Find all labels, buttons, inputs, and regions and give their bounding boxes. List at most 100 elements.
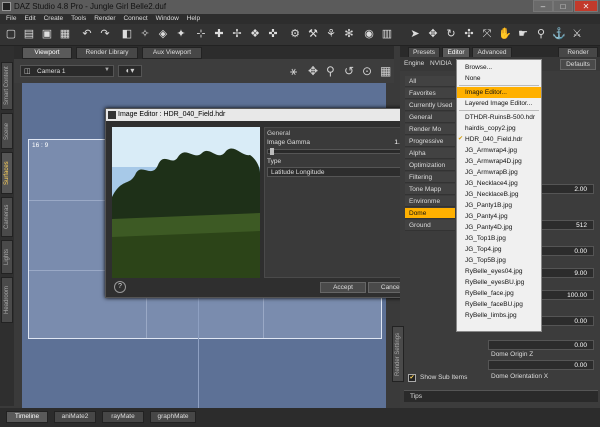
pose-tool-icon[interactable]: ☛	[516, 27, 530, 41]
list-item[interactable]: Alpha	[405, 148, 455, 159]
menu-item[interactable]: JG_Necklace4.jpg	[457, 178, 541, 189]
tab-graphmate[interactable]: graphMate	[150, 411, 196, 423]
menu-item[interactable]: RyBelle_faceBU.jpg	[457, 299, 541, 310]
menu-file[interactable]: File	[6, 14, 16, 24]
save-as-icon[interactable]: ▦	[58, 27, 72, 41]
menu-window[interactable]: Window	[156, 14, 179, 24]
menu-tools[interactable]: Tools	[71, 14, 86, 24]
tab-animate2[interactable]: aniMate2	[54, 411, 96, 423]
maximize-button[interactable]: □	[553, 0, 573, 12]
defaults-button[interactable]: Defaults	[560, 59, 596, 70]
new-scene-icon[interactable]: ▢	[4, 27, 18, 41]
gamma-slider[interactable]	[267, 148, 409, 155]
menu-item[interactable]: RyBelle_limbs.jpg	[457, 310, 541, 321]
menu-item[interactable]: JG_Armwrap4D.jpg	[457, 156, 541, 167]
script-icon[interactable]: ⚘	[324, 27, 338, 41]
draw-style-button[interactable]: ◐▾	[118, 65, 142, 77]
property-slider[interactable]: 0.00	[488, 340, 594, 350]
orbit-icon[interactable]: ⚹	[290, 64, 297, 79]
tool-settings-icon[interactable]: ⚒	[306, 27, 320, 41]
help-button[interactable]: ?	[114, 281, 126, 293]
menu-render[interactable]: Render	[94, 14, 115, 24]
roll-icon[interactable]: ↺	[344, 64, 354, 78]
menu-item[interactable]: Layered Image Editor...	[457, 98, 541, 109]
property-slider[interactable]: 0.00	[488, 360, 594, 370]
list-item[interactable]: Filtering	[405, 172, 455, 183]
menu-item[interactable]: JG_Top1B.jpg	[457, 233, 541, 244]
tab-raymate[interactable]: rayMate	[102, 411, 144, 423]
tab-scene[interactable]: Scene	[1, 113, 13, 149]
tab-surfaces[interactable]: Surfaces	[1, 152, 13, 194]
menu-item[interactable]: DTHDR-RuinsB-500.hdr	[457, 112, 541, 123]
joint-editor-icon[interactable]: ⚓	[552, 27, 566, 41]
geometry-editor-icon[interactable]: ⚔	[570, 27, 584, 41]
render-icon[interactable]: ◉	[362, 27, 376, 41]
gamma-slider-handle[interactable]	[270, 148, 274, 155]
menu-item[interactable]: JG_Top5B.jpg	[457, 255, 541, 266]
list-item[interactable]: Currently Used	[405, 100, 455, 111]
frame-icon[interactable]: ⊙	[362, 64, 372, 78]
spot-render-icon[interactable]: ✻	[342, 27, 356, 41]
tab-timeline[interactable]: Timeline	[6, 411, 48, 423]
scale-tool-icon[interactable]: ⤧	[480, 27, 494, 41]
menu-item-image-editor[interactable]: Image Editor...	[457, 87, 541, 98]
tab-smart-content[interactable]: Smart Content	[1, 62, 13, 110]
list-item[interactable]: Optimization	[405, 160, 455, 171]
tab-viewport[interactable]: Viewport	[22, 47, 72, 59]
surface-icon[interactable]: ✜	[266, 27, 280, 41]
tips-bar[interactable]: Tips	[404, 390, 598, 402]
menu-item[interactable]: RyBelle_eyes04.jpg	[457, 266, 541, 277]
menu-item[interactable]: hairdis_copy2.jpg	[457, 123, 541, 134]
list-item[interactable]: General	[405, 112, 455, 123]
menu-item[interactable]: RyBelle_face.jpg	[457, 288, 541, 299]
active-pose-icon[interactable]: ✋	[498, 27, 512, 41]
translate-tool-icon[interactable]: ✣	[462, 27, 476, 41]
menu-item[interactable]: JG_ArmwrapB.jpg	[457, 167, 541, 178]
save-icon[interactable]: ▣	[40, 27, 54, 41]
geometry-icon[interactable]: ✢	[230, 27, 244, 41]
select-arrow-icon[interactable]: ➤	[408, 27, 422, 41]
list-item-selected[interactable]: Dome	[405, 208, 455, 219]
list-item[interactable]: Ground	[405, 220, 455, 231]
list-item[interactable]: All	[405, 76, 455, 87]
light-icon[interactable]: ✧	[138, 27, 152, 41]
menu-item[interactable]: RyBelle_eyesBU.jpg	[457, 277, 541, 288]
tab-render-library[interactable]: Render Library	[76, 47, 138, 59]
menu-item[interactable]: JG_Armwrap4.jpg	[457, 145, 541, 156]
tab-cameras[interactable]: Cameras	[1, 197, 13, 237]
show-sub-items-checkbox[interactable]: ✔	[408, 374, 416, 382]
menu-create[interactable]: Create	[44, 14, 64, 24]
morph-icon[interactable]: ⚙	[288, 27, 302, 41]
menu-item[interactable]: JG_Top4.jpg	[457, 244, 541, 255]
menu-help[interactable]: Help	[187, 14, 200, 24]
close-button[interactable]: ✕	[574, 0, 598, 12]
menu-item[interactable]: JG_Panty4D.jpg	[457, 222, 541, 233]
menu-item[interactable]: JG_Panty1B.jpg	[457, 200, 541, 211]
engine-value[interactable]: NVIDIA	[430, 60, 452, 67]
zoom-icon[interactable]: ⚲	[326, 64, 335, 78]
tab-aux-viewport[interactable]: Aux Viewport	[142, 47, 202, 59]
menu-item[interactable]: JG_Panty4.jpg	[457, 211, 541, 222]
undo-icon[interactable]: ↶	[80, 27, 94, 41]
list-item[interactable]: Render Mo	[405, 124, 455, 135]
viewport-menu-icon[interactable]: ▦	[380, 64, 391, 78]
node-icon[interactable]: ✦	[174, 27, 188, 41]
menu-item[interactable]: JG_NecklaceB.jpg	[457, 189, 541, 200]
joint-icon[interactable]: ⊹	[194, 27, 208, 41]
minimize-button[interactable]: –	[533, 0, 553, 12]
tab-lights[interactable]: Lights	[1, 240, 13, 274]
list-item[interactable]: Progressive	[405, 136, 455, 147]
menu-item-checked[interactable]: HDR_040_Field.hdr	[457, 134, 541, 145]
menu-item[interactable]: None	[457, 73, 541, 84]
open-icon[interactable]: ▤	[22, 27, 36, 41]
iray-icon[interactable]: ▥	[380, 27, 394, 41]
list-item[interactable]: Environme	[405, 196, 455, 207]
node-weight-icon[interactable]: ⚲	[534, 27, 548, 41]
accept-button[interactable]: Accept	[320, 282, 366, 293]
list-item[interactable]: Tone Mapp	[405, 184, 455, 195]
camera-select[interactable]: ◫ Camera 1 ▼	[20, 65, 114, 77]
menu-edit[interactable]: Edit	[24, 14, 35, 24]
tab-headroom[interactable]: Headroom	[1, 277, 13, 323]
tab-render-settings[interactable]: Render Settings	[392, 326, 404, 382]
redo-icon[interactable]: ↷	[98, 27, 112, 41]
